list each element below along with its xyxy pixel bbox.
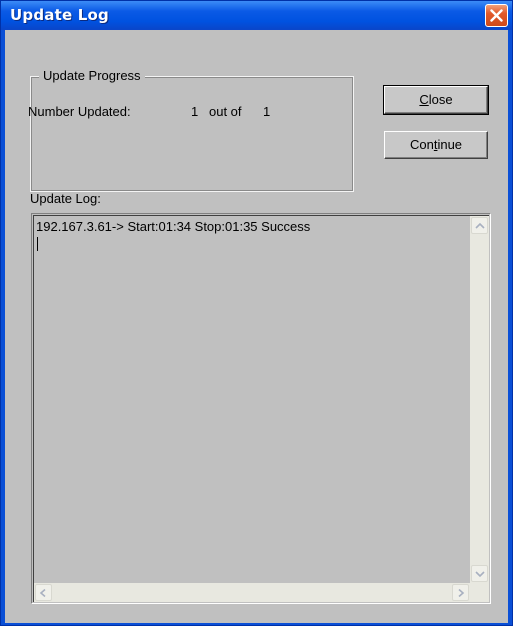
update-log-textarea[interactable]: 192.167.3.61-> Start:01:34 Stop:01:35 Su…	[31, 213, 491, 604]
scroll-down-button[interactable]	[471, 565, 488, 582]
update-log-window: Update Log Update Progress Number Update…	[0, 0, 513, 626]
continue-label-prefix: Con	[409, 137, 434, 152]
log-content: 192.167.3.61-> Start:01:34 Stop:01:35 Su…	[33, 215, 489, 602]
chevron-left-icon	[39, 589, 46, 597]
number-total-value: 1	[263, 104, 271, 119]
scroll-right-button[interactable]	[452, 584, 469, 601]
vertical-scrollbar[interactable]	[470, 216, 489, 583]
update-log-label: Update Log:	[30, 191, 101, 206]
scrollbar-corner	[470, 583, 489, 602]
close-label-rest: lose	[428, 92, 453, 107]
out-of-text: out of	[209, 104, 242, 119]
close-x-icon	[490, 9, 503, 22]
text-caret	[37, 237, 38, 251]
chevron-down-icon	[475, 571, 485, 578]
horizontal-scrollbar[interactable]	[34, 583, 470, 602]
window-title: Update Log	[10, 6, 109, 24]
scroll-left-button[interactable]	[35, 584, 52, 601]
close-window-button[interactable]	[485, 4, 508, 27]
close-mnemonic: C	[419, 92, 429, 107]
group-label: Update Progress	[39, 68, 145, 83]
number-updated-value: 1	[191, 104, 199, 119]
close-button[interactable]: Close	[383, 85, 489, 115]
title-bar[interactable]: Update Log	[1, 1, 512, 30]
scroll-up-button[interactable]	[471, 217, 488, 234]
number-updated-label: Number Updated:	[28, 104, 131, 119]
chevron-right-icon	[458, 589, 465, 597]
log-line: 192.167.3.61-> Start:01:34 Stop:01:35 Su…	[36, 219, 311, 234]
continue-label-suffix: inue	[437, 137, 463, 152]
continue-button[interactable]: Continue	[384, 131, 488, 159]
update-progress-group: Update Progress	[30, 68, 354, 192]
dialog-client-area: Update Progress Number Updated: 1 out of…	[5, 30, 508, 623]
chevron-up-icon	[475, 222, 485, 229]
